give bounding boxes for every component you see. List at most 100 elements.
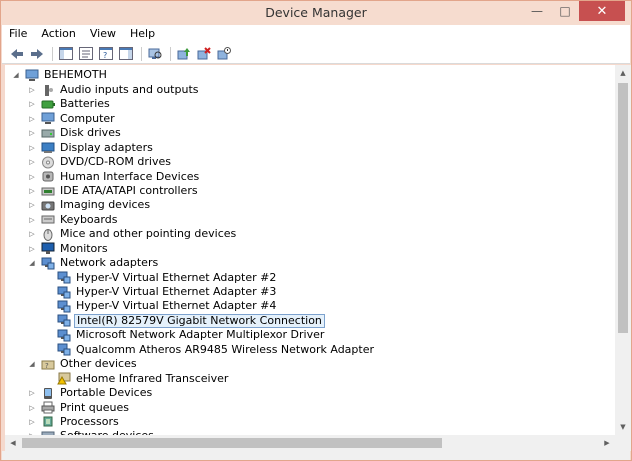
expand-arrow-icon[interactable]: ▷ [27,85,37,95]
selected-tree-item-label: Intel(R) 82579V Gigabit Network Connecti… [74,313,325,328]
dvd-icon [41,155,55,169]
properties-icon[interactable] [77,46,95,62]
show-hide-console-tree-icon[interactable] [57,46,75,62]
tree-category[interactable]: ▷ Audio inputs and outputs [27,83,201,97]
device-tree[interactable]: ◢ BEHEMOTH ▷ Audio inputs and outputs ▷ Bat… [5,65,615,435]
keyboard-icon [41,213,55,227]
menu-action[interactable]: Action [34,25,82,44]
maximize-button[interactable]: □ [551,1,579,21]
tree-device[interactable]: Qualcomm Atheros AR9485 Wireless Network… [43,343,376,357]
tree-item-label: Hyper-V Virtual Ethernet Adapter #2 [76,270,277,284]
expand-arrow-icon[interactable]: ▷ [27,114,37,124]
expand-arrow-icon[interactable]: ▷ [27,99,37,109]
scroll-right-arrow-icon[interactable]: ▶ [599,435,615,451]
expand-arrow-icon[interactable]: ▷ [27,143,37,153]
horizontal-scroll-thumb[interactable] [22,438,442,448]
tree-device[interactable]: eHome Infrared Transceiver [43,372,230,386]
tree-item-label: Imaging devices [60,198,151,212]
tree-item-label: Hyper-V Virtual Ethernet Adapter #4 [76,299,277,313]
tree-item-label: IDE ATA/ATAPI controllers [60,184,198,197]
tree-device[interactable]: Hyper-V Virtual Ethernet Adapter #2 [43,271,278,285]
tree-device[interactable]: Microsoft Network Adapter Multiplexor Dr… [43,328,326,342]
help-icon[interactable]: ? [97,46,115,62]
collapse-arrow-icon[interactable]: ◢ [27,359,37,369]
scroll-left-arrow-icon[interactable]: ◀ [5,435,21,451]
back-arrow-icon[interactable] [8,46,26,62]
tree-root[interactable]: ◢ BEHEMOTH [11,68,109,82]
menu-file[interactable]: File [2,25,34,44]
tree-category[interactable]: ▷ Disk drives [27,126,123,140]
expand-arrow-icon[interactable]: ▷ [27,172,37,182]
expand-arrow-icon[interactable]: ▷ [27,186,37,196]
tree-category[interactable]: ▷ Display adapters [27,141,155,155]
uninstall-device-icon[interactable] [195,46,213,62]
scroll-down-arrow-icon[interactable]: ▼ [615,419,631,435]
expand-arrow-icon[interactable]: ▷ [27,128,37,138]
tree-category[interactable]: ▷ Imaging devices [27,198,152,212]
menu-view[interactable]: View [83,25,123,44]
tree-item-label: Microsoft Network Adapter Multiplexor Dr… [76,328,325,342]
tree-category[interactable]: ▷ Keyboards [27,213,119,227]
network-icon [57,285,71,299]
svg-text:?: ? [103,51,107,60]
display-icon [41,141,55,155]
disable-device-icon[interactable] [215,46,233,62]
toolbar-separator [170,46,171,61]
scroll-up-arrow-icon[interactable]: ▲ [615,65,631,81]
tree-device[interactable]: Hyper-V Virtual Ethernet Adapter #4 [43,299,278,313]
show-hide-action-pane-icon[interactable] [117,46,135,62]
tree-category[interactable]: ▷ DVD/CD-ROM drives [27,155,173,169]
forward-arrow-icon[interactable] [28,46,46,62]
tree-category[interactable]: ▷ Human Interface Devices [27,170,201,184]
tree-item-label: Keyboards [60,212,118,226]
expand-arrow-icon[interactable]: ▷ [27,200,37,210]
expand-arrow-icon[interactable]: ▷ [27,244,37,254]
tree-category[interactable]: ▷ Mice and other pointing devices [27,227,238,241]
camera-icon [41,198,55,212]
close-button[interactable]: ✕ [579,1,625,21]
vertical-scrollbar[interactable]: ▲ ▼ [615,65,631,435]
expand-arrow-icon[interactable]: ▷ [27,157,37,167]
tree-item-label: Qualcomm Atheros AR9485 Wireless Network… [76,342,374,356]
tree-category[interactable]: ◢? Other devices [27,357,139,371]
tree-device[interactable]: Hyper-V Virtual Ethernet Adapter #3 [43,285,278,299]
scrollbar-corner [615,435,631,451]
update-driver-icon[interactable] [175,46,193,62]
tree-category[interactable]: ▷ Print queues [27,401,131,415]
menu-help[interactable]: Help [123,25,162,44]
expand-arrow-icon[interactable]: ▷ [27,388,37,398]
minimize-button[interactable]: — [523,1,551,21]
tree-category[interactable]: ▷ Monitors [27,242,110,256]
horizontal-scrollbar[interactable]: ◀ ▶ [5,435,615,451]
tree-category[interactable]: ▷ Batteries [27,97,112,111]
collapse-arrow-icon[interactable]: ◢ [27,258,37,268]
ide-icon [41,184,55,198]
tree-item-label: Portable Devices [60,386,153,399]
scan-hardware-icon[interactable] [146,46,164,62]
tree-device[interactable]: Intel(R) 82579V Gigabit Network Connecti… [43,313,325,328]
expand-arrow-icon[interactable]: ▷ [27,229,37,239]
disk-icon [41,126,55,140]
mouse-icon [41,227,55,241]
tree-category[interactable]: ▷ IDE ATA/ATAPI controllers [27,184,200,198]
network-icon [57,299,71,313]
toolbar-separator [52,46,53,61]
tree-category[interactable]: ▷ Processors [27,415,121,429]
network-icon [57,343,71,357]
tree-item-label: Batteries [60,97,110,111]
tree-category[interactable]: ▷ Computer [27,112,117,126]
expand-arrow-icon[interactable]: ▷ [27,417,37,427]
portable-icon [41,386,55,400]
title-bar[interactable]: Device Manager — □ ✕ [1,1,631,25]
expand-arrow-icon[interactable]: ▷ [27,215,37,225]
tree-item-label: Print queues [60,400,129,414]
tree-category[interactable]: ▷ Portable Devices [27,386,154,400]
vertical-scroll-thumb[interactable] [618,83,628,333]
tree-category[interactable]: ◢ Network adapters [27,256,160,270]
expand-arrow-icon[interactable]: ▷ [27,403,37,413]
tree-item-label: Processors [60,414,119,428]
collapse-arrow-icon[interactable]: ◢ [11,70,21,80]
